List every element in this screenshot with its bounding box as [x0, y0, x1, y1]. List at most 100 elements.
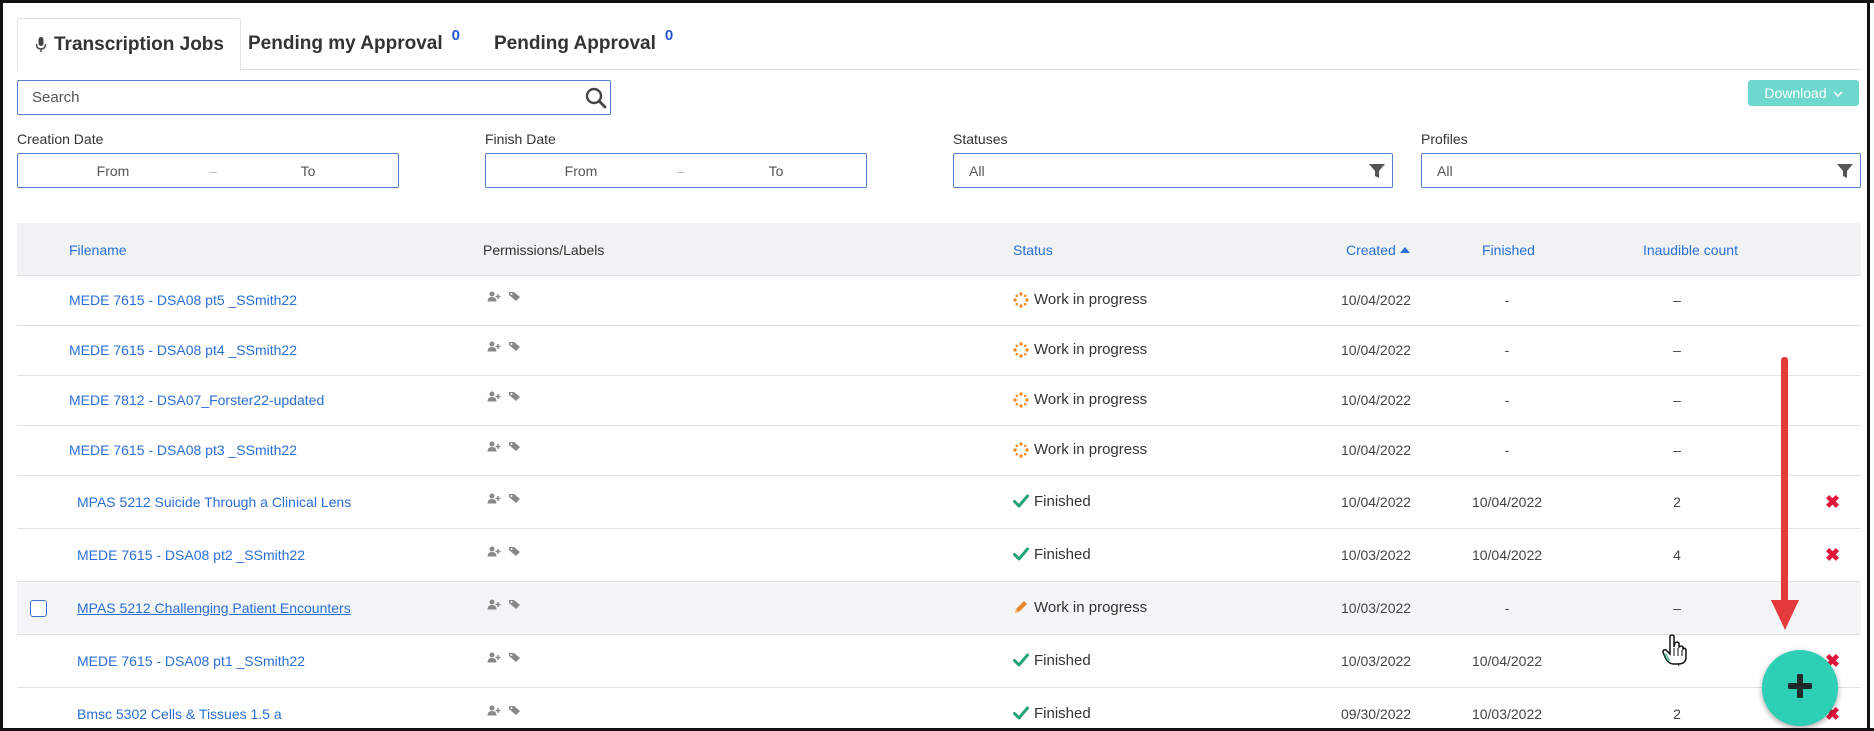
finished-date: 10/04/2022 [1471, 546, 1543, 563]
table-row[interactable]: MEDE 7615 - DSA08 pt3 _SSmith22 Work in p… [17, 426, 1861, 476]
filename-link[interactable]: MEDE 7615 - DSA08 pt3 _SSmith22 [69, 442, 297, 458]
status-cell: Work in progress [1013, 441, 1147, 458]
spinner-icon [1013, 391, 1029, 408]
table-row[interactable]: MEDE 7812 - DSA07_Forster22-updated Work … [17, 376, 1861, 426]
finish-date-range: From – To [485, 153, 867, 188]
table-row[interactable]: MEDE 7615 - DSA08 pt1 _SSmith22 Finished 1… [17, 635, 1861, 688]
creation-date-from[interactable]: From [18, 163, 208, 179]
filename-link[interactable]: MEDE 7615 - DSA08 pt5 _SSmith22 [69, 292, 297, 308]
finish-date-to[interactable]: To [686, 163, 866, 179]
tag-icon[interactable] [508, 389, 522, 405]
created-date: 10/03/2022 [1341, 652, 1412, 669]
filename-link[interactable]: MPAS 5212 Challenging Patient Encounters [77, 600, 351, 616]
profiles-select[interactable]: All [1421, 153, 1861, 188]
add-user-icon[interactable] [487, 597, 501, 613]
finish-date-label: Finish Date [485, 131, 556, 147]
add-user-icon[interactable] [487, 389, 501, 405]
delete-icon[interactable]: ✖ [1825, 492, 1840, 513]
table-row[interactable]: MEDE 7615 - DSA08 pt5 _SSmith22 Work in p… [17, 276, 1861, 326]
tag-icon[interactable] [508, 650, 522, 666]
add-user-icon[interactable] [487, 439, 501, 455]
status-text: Work in progress [1034, 341, 1148, 358]
status-text: Work in progress [1034, 391, 1148, 408]
header-finished[interactable]: Finished [1482, 242, 1535, 258]
inaudible-count: 2 [1673, 705, 1681, 722]
permissions-labels [487, 703, 522, 719]
download-button[interactable]: Download [1748, 80, 1859, 106]
table-row[interactable]: MEDE 7615 - DSA08 pt2 _SSmith22 Finished 1… [17, 529, 1861, 582]
status-cell: Finished [1013, 652, 1091, 669]
tab-pending-approval[interactable]: Pending Approval 0 [494, 18, 673, 70]
annotation-arrow-head [1771, 600, 1799, 630]
permissions-labels [487, 439, 522, 455]
filename-link[interactable]: Bmsc 5302 Cells & Tissues 1.5 a [77, 706, 282, 722]
range-separator: – [209, 162, 217, 179]
add-job-button[interactable] [1762, 650, 1838, 726]
tab-transcription-jobs[interactable]: Transcription Jobs [17, 18, 241, 71]
add-user-icon[interactable] [487, 650, 501, 666]
profiles-label: Profiles [1421, 131, 1468, 147]
tag-icon[interactable] [508, 491, 522, 507]
finished-date: 10/04/2022 [1471, 493, 1543, 510]
permissions-labels [487, 544, 522, 560]
tab-label: Pending Approval [494, 33, 656, 54]
table-row[interactable]: MEDE 7615 - DSA08 pt4 _SSmith22 Work in p… [17, 326, 1861, 376]
search-icon[interactable] [584, 86, 608, 110]
tag-icon[interactable] [508, 289, 522, 305]
microphone-icon [34, 36, 48, 54]
tag-icon[interactable] [508, 597, 522, 613]
table-row[interactable]: Bmsc 5302 Cells & Tissues 1.5 a Finished 0… [17, 688, 1861, 731]
status-cell: Work in progress [1013, 291, 1147, 308]
table-row[interactable]: MPAS 5212 Suicide Through a Clinical Len… [17, 476, 1861, 529]
table-row[interactable]: MPAS 5212 Challenging Patient Encounters… [17, 582, 1861, 635]
tag-icon[interactable] [508, 439, 522, 455]
status-text: Finished [1034, 704, 1091, 722]
row-checkbox[interactable] [30, 599, 47, 617]
creation-date-to[interactable]: To [218, 163, 398, 179]
filename-link[interactable]: MPAS 5212 Suicide Through a Clinical Len… [77, 494, 351, 510]
add-user-icon[interactable] [487, 339, 501, 355]
created-date: 10/04/2022 [1341, 493, 1412, 510]
filename-link[interactable]: MEDE 7615 - DSA08 pt2 _SSmith22 [77, 547, 305, 563]
header-filename[interactable]: Filename [69, 242, 127, 258]
tab-label: Pending my Approval [248, 33, 443, 54]
tag-icon[interactable] [508, 703, 522, 719]
header-created[interactable]: Created [1346, 242, 1410, 258]
add-user-icon[interactable] [487, 544, 501, 560]
permissions-labels [487, 597, 522, 613]
created-date: 10/03/2022 [1341, 599, 1412, 616]
checkmark-icon [1013, 706, 1029, 720]
permissions-labels [487, 491, 522, 507]
tab-count-badge: 0 [451, 26, 460, 44]
tab-pending-my-approval[interactable]: Pending my Approval 0 [248, 18, 460, 70]
header-inaudible-count[interactable]: Inaudible count [1643, 242, 1738, 258]
statuses-select[interactable]: All [953, 153, 1393, 188]
range-separator: – [677, 162, 685, 179]
add-user-icon[interactable] [487, 491, 501, 507]
permissions-labels [487, 339, 522, 355]
finished-date: - [1504, 392, 1510, 408]
statuses-value: All [969, 162, 985, 179]
filename-link[interactable]: MEDE 7812 - DSA07_Forster22-updated [69, 392, 324, 408]
permissions-labels [487, 289, 522, 305]
delete-icon[interactable]: ✖ [1825, 545, 1840, 566]
finished-date: 10/03/2022 [1471, 705, 1543, 722]
tag-icon[interactable] [508, 339, 522, 355]
filename-link[interactable]: MEDE 7615 - DSA08 pt4 _SSmith22 [69, 342, 297, 358]
status-text: Work in progress [1034, 598, 1148, 616]
finish-date-from[interactable]: From [486, 163, 676, 179]
inaudible-count: – [1673, 392, 1681, 408]
search-input[interactable] [18, 81, 610, 114]
status-text: Finished [1034, 545, 1091, 563]
profiles-value: All [1437, 162, 1453, 179]
add-user-icon[interactable] [487, 703, 501, 719]
add-user-icon[interactable] [487, 289, 501, 305]
spinner-icon [1013, 291, 1029, 308]
status-cell: Work in progress [1013, 599, 1147, 616]
permissions-labels [487, 389, 522, 405]
filename-link[interactable]: MEDE 7615 - DSA08 pt1 _SSmith22 [77, 653, 305, 669]
table-header: Filename Permissions/Labels Status Creat… [17, 223, 1861, 276]
header-status[interactable]: Status [1013, 242, 1053, 258]
tag-icon[interactable] [508, 544, 522, 560]
window-edge [1867, 0, 1870, 731]
